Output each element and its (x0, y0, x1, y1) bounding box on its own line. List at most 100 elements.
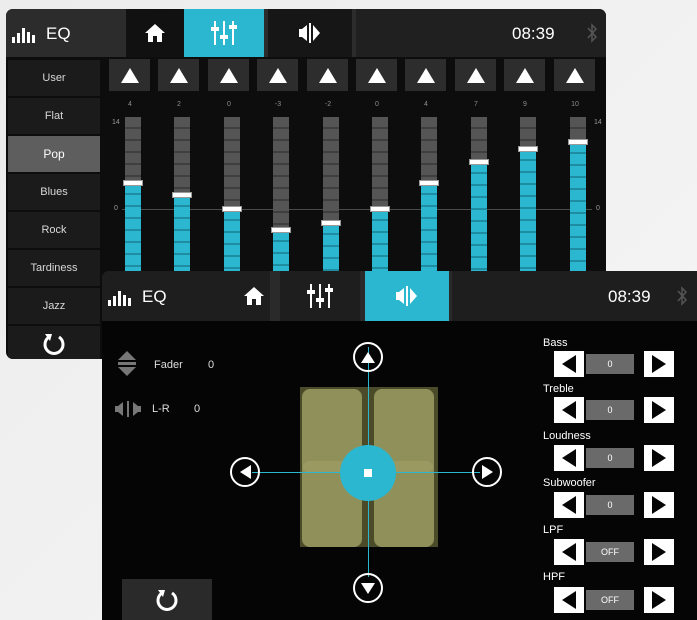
band-10-up-button[interactable] (554, 59, 595, 91)
treble-decrease-button[interactable] (554, 397, 584, 423)
band-8-up-button[interactable] (455, 59, 496, 91)
band-9-up-button[interactable] (504, 59, 545, 91)
band-7-knob[interactable] (419, 180, 439, 186)
balance-position-handle[interactable] (340, 445, 396, 501)
arrow-up-icon (120, 67, 139, 83)
loudness-value: 0 (586, 448, 634, 468)
preset-flat[interactable]: Flat (8, 98, 100, 134)
band-3-up-button[interactable] (208, 59, 249, 91)
band-1-knob[interactable] (123, 180, 143, 186)
eq-reset-button[interactable] (8, 326, 100, 359)
preset-user[interactable]: User (8, 60, 100, 96)
band-2-knob[interactable] (172, 192, 192, 198)
balance-tab-equalizer[interactable] (280, 271, 360, 321)
band-9-value: 9 (523, 101, 527, 108)
eq-status-area: 08:39 (356, 9, 606, 57)
arrow-right-icon (652, 449, 666, 467)
equalizer-logo-icon (108, 291, 131, 306)
subwoofer-increase-button[interactable] (644, 492, 674, 518)
band-7-up-button[interactable] (405, 59, 446, 91)
fader-label: Fader (154, 359, 183, 371)
balance-title-area: EQ (102, 271, 270, 321)
arrow-up-icon (219, 67, 238, 83)
arrow-left-icon (562, 401, 576, 419)
band-8-knob[interactable] (469, 159, 489, 165)
eq-tab-equalizer[interactable] (184, 9, 264, 57)
preset-tardiness[interactable]: Tardiness (8, 250, 100, 286)
band-8-value: 7 (474, 101, 478, 108)
band-4-up-button[interactable] (257, 59, 298, 91)
treble-increase-button[interactable] (644, 397, 674, 423)
fader-front-button[interactable] (353, 342, 383, 372)
reset-icon (156, 589, 178, 611)
arrow-left-icon (562, 355, 576, 373)
fader-icon (118, 351, 136, 376)
arrow-up-icon (466, 67, 485, 83)
bass-value: 0 (586, 354, 634, 374)
band-6-value: 0 (375, 101, 379, 108)
band-5-knob[interactable] (321, 220, 341, 226)
balance-clock: 08:39 (608, 287, 651, 306)
hpf-increase-button[interactable] (644, 587, 674, 613)
arrow-up-icon (268, 67, 287, 83)
band-4-value: -3 (274, 101, 282, 108)
eq-clock: 08:39 (512, 24, 555, 43)
balance-right-button[interactable] (472, 457, 502, 487)
lpf-decrease-button[interactable] (554, 539, 584, 565)
preset-jazz[interactable]: Jazz (8, 288, 100, 324)
lpf-increase-button[interactable] (644, 539, 674, 565)
band-4-knob[interactable] (271, 227, 291, 233)
loudness-increase-button[interactable] (644, 445, 674, 471)
bluetooth-icon (677, 286, 688, 306)
lpf-control: OFF (544, 539, 674, 565)
arrow-up-icon (318, 67, 337, 83)
hpf-decrease-button[interactable] (554, 587, 584, 613)
band-10-knob[interactable] (568, 139, 588, 145)
preset-list: User Flat Pop Blues Rock Tardiness Jazz (6, 57, 102, 359)
arrow-up-icon (416, 67, 435, 83)
balance-icon (299, 23, 320, 43)
arrow-right-icon (652, 591, 666, 609)
hpf-control: OFF (544, 587, 674, 613)
band-2-up-button[interactable] (158, 59, 199, 91)
band-3-knob[interactable] (222, 206, 242, 212)
balance-left-button[interactable] (230, 457, 260, 487)
home-icon[interactable] (242, 284, 266, 308)
eq-sliders-icon (307, 284, 333, 308)
band-6-up-button[interactable] (356, 59, 397, 91)
subwoofer-decrease-button[interactable] (554, 492, 584, 518)
balance-title: EQ (142, 287, 167, 306)
balance-reset-button[interactable] (122, 579, 212, 620)
band-6-knob[interactable] (370, 206, 390, 212)
preset-blues[interactable]: Blues (8, 174, 100, 210)
band-1-up-button[interactable] (109, 59, 150, 91)
scale-zero-right: 0 (596, 205, 600, 212)
lpf-label: LPF (543, 524, 564, 536)
arrow-right-icon (652, 355, 666, 373)
preset-rock[interactable]: Rock (8, 212, 100, 248)
bass-increase-button[interactable] (644, 351, 674, 377)
scale-zero-left: 0 (114, 205, 118, 212)
bass-decrease-button[interactable] (554, 351, 584, 377)
band-9-knob[interactable] (518, 146, 538, 152)
arrow-right-icon (481, 465, 493, 479)
bluetooth-icon (587, 23, 598, 43)
loudness-decrease-button[interactable] (554, 445, 584, 471)
arrow-down-icon (361, 582, 375, 594)
arrow-left-icon (239, 465, 251, 479)
loudness-label: Loudness (543, 430, 591, 442)
balance-tab-balance[interactable] (365, 271, 449, 321)
bass-label: Bass (543, 337, 568, 349)
arrow-left-icon (562, 543, 576, 561)
eq-home-button[interactable] (126, 9, 184, 57)
arrow-up-icon (515, 67, 534, 83)
preset-pop[interactable]: Pop (8, 136, 100, 172)
eq-sliders-icon (211, 21, 237, 45)
arrow-right-icon (652, 401, 666, 419)
arrow-up-icon (367, 67, 386, 83)
eq-title: EQ (46, 24, 71, 43)
eq-tab-balance[interactable] (268, 9, 352, 57)
hpf-value: OFF (586, 590, 634, 610)
band-5-up-button[interactable] (307, 59, 348, 91)
fader-rear-button[interactable] (353, 573, 383, 603)
